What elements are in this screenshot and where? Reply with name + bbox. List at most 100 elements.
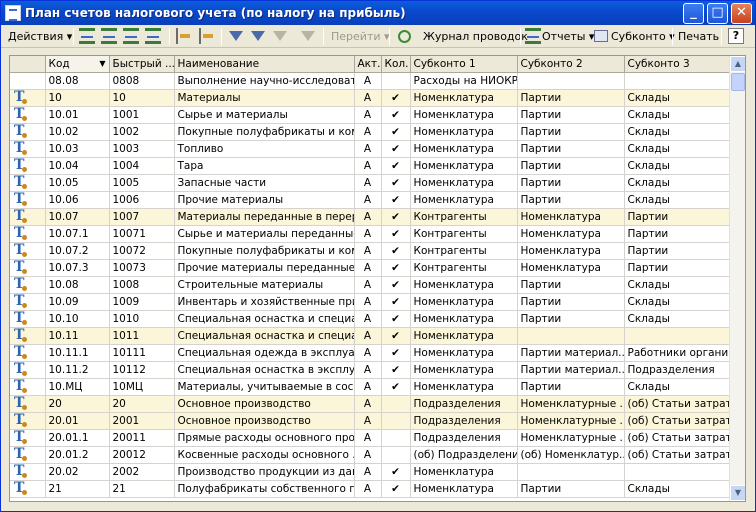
col-code-cell[interactable]: 10.11.2 (45, 361, 110, 379)
add-item-icon[interactable] (79, 28, 95, 44)
col-code-cell[interactable]: 10.07.3 (45, 259, 110, 277)
filter-list-icon[interactable] (273, 31, 287, 41)
table-row[interactable]: 10.11.210112Специальная оснастка в экспл… (10, 361, 739, 379)
col-subconto-2-cell[interactable]: Партии (517, 480, 625, 498)
col-subconto-3-cell[interactable]: Партии (624, 242, 739, 260)
col-code-cell[interactable]: 10.06 (45, 191, 110, 209)
table-row[interactable]: 20.012001Основное производствоА Подраздел… (10, 412, 739, 430)
col-qty-cell[interactable]: ✔ (381, 327, 411, 345)
col-qty-cell[interactable]: ✔ (381, 242, 411, 260)
table-row[interactable]: 10.07.310073Прочие материалы переданные … (10, 259, 739, 277)
col-subconto-1-cell[interactable]: Номенклатура (410, 344, 518, 362)
col-subconto-3-cell[interactable]: (об) Статьи затрат (624, 446, 739, 464)
col-qty-cell[interactable]: ✔ (381, 157, 411, 175)
col-subconto-2-cell[interactable]: Партии (517, 174, 625, 192)
col-subconto-3-cell[interactable]: Партии (624, 208, 739, 226)
col-subconto-1-cell[interactable]: Номенклатура (410, 157, 518, 175)
table-row[interactable]: 1010МатериалыА✔НоменклатураПартииСклады (10, 89, 739, 107)
goto-menu[interactable]: Перейти ▾ (331, 28, 390, 45)
col-subconto-2-header[interactable]: Субконто 2 (517, 56, 625, 73)
col-act-cell[interactable]: А (354, 395, 382, 413)
hierarchy-icon[interactable] (176, 28, 192, 44)
col-name-cell[interactable]: Выполнение научно-исследоват... (174, 72, 355, 90)
scroll-thumb[interactable] (731, 73, 745, 91)
col-code-cell[interactable]: 10.09 (45, 293, 110, 311)
col-qty-cell[interactable] (381, 395, 411, 413)
col-subconto-3-cell[interactable]: Склады (624, 157, 739, 175)
col-subconto-2-cell[interactable]: Номенклатурные ... (517, 412, 625, 430)
col-fast-cell[interactable]: 1006 (109, 191, 175, 209)
col-qty-cell[interactable]: ✔ (381, 480, 411, 498)
col-subconto-1-cell[interactable]: Контрагенты (410, 225, 518, 243)
delete-item-icon[interactable] (145, 28, 161, 44)
col-act-cell[interactable]: А (354, 191, 382, 209)
col-subconto-1-cell[interactable]: Подразделения (410, 412, 518, 430)
col-subconto-2-cell[interactable]: Партии (517, 140, 625, 158)
col-subconto-2-cell[interactable] (517, 72, 625, 90)
col-name-cell[interactable]: Прочие материалы (174, 191, 355, 209)
col-name-cell[interactable]: Запасные части (174, 174, 355, 192)
col-name-cell[interactable]: Материалы, учитываемые в сос... (174, 378, 355, 396)
col-fast-cell[interactable]: 10072 (109, 242, 175, 260)
col-act-cell[interactable]: А (354, 327, 382, 345)
col-subconto-3-cell[interactable]: Партии (624, 259, 739, 277)
col-code-cell[interactable]: 21 (45, 480, 110, 498)
col-subconto-2-cell[interactable]: Номенклатура (517, 225, 625, 243)
col-fast-cell[interactable]: 1010 (109, 310, 175, 328)
col-fast-header[interactable]: Быстрый ... (109, 56, 175, 73)
col-qty-cell[interactable]: ✔ (381, 344, 411, 362)
col-subconto-1-cell[interactable]: Контрагенты (410, 259, 518, 277)
col-subconto-3-cell[interactable]: Работники органи... (624, 344, 739, 362)
col-qty-cell[interactable]: ✔ (381, 89, 411, 107)
col-code-cell[interactable]: 10.11.1 (45, 344, 110, 362)
col-act-cell[interactable]: А (354, 276, 382, 294)
col-fast-cell[interactable]: 10112 (109, 361, 175, 379)
col-act-cell[interactable]: А (354, 378, 382, 396)
table-row[interactable]: 10.101010Специальная оснастка и специа..… (10, 310, 739, 328)
col-subconto-3-cell[interactable]: Склады (624, 123, 739, 141)
col-subconto-3-cell[interactable]: Склады (624, 293, 739, 311)
col-fast-cell[interactable]: 2002 (109, 463, 175, 481)
col-subconto-1-cell[interactable]: Контрагенты (410, 208, 518, 226)
col-qty-cell[interactable]: ✔ (381, 106, 411, 124)
table-row[interactable]: 20.01.220012Косвенные расходы основного … (10, 446, 739, 464)
col-act-cell[interactable]: А (354, 174, 382, 192)
col-subconto-1-cell[interactable]: Номенклатура (410, 174, 518, 192)
col-name-cell[interactable]: Специальная оснастка и специа... (174, 310, 355, 328)
col-subconto-1-cell[interactable]: Номенклатура (410, 480, 518, 498)
col-qty-cell[interactable]: ✔ (381, 463, 411, 481)
help-button[interactable]: ? (728, 28, 744, 44)
col-fast-cell[interactable]: 1011 (109, 327, 175, 345)
table-row[interactable]: 10.081008Строительные материалыА✔Номенкл… (10, 276, 739, 294)
col-name-cell[interactable]: Специальная оснастка в эксплу... (174, 361, 355, 379)
col-subconto-3-cell[interactable]: Склады (624, 378, 739, 396)
col-code-cell[interactable]: 10.08 (45, 276, 110, 294)
title-bar[interactable]: План счетов налогового учета (по налогу … (1, 1, 755, 25)
col-act-cell[interactable]: А (354, 344, 382, 362)
col-fast-cell[interactable]: 20 (109, 395, 175, 413)
col-subconto-1-cell[interactable]: Номенклатура (410, 361, 518, 379)
col-qty-cell[interactable] (381, 72, 411, 90)
col-name-header[interactable]: Наименование (174, 56, 355, 73)
scroll-up-button[interactable]: ▲ (730, 56, 745, 72)
col-subconto-2-cell[interactable]: Партии (517, 191, 625, 209)
col-act-cell[interactable]: А (354, 446, 382, 464)
table-row[interactable]: 20.022002Производство продукции из дав..… (10, 463, 739, 481)
col-name-cell[interactable]: Специальная оснастка и специа... (174, 327, 355, 345)
table-row[interactable]: 10.091009Инвентарь и хозяйственные при..… (10, 293, 739, 311)
vertical-scrollbar[interactable]: ▲ ▼ (729, 56, 745, 501)
table-row[interactable]: 10.111011Специальная оснастка и специа..… (10, 327, 739, 345)
maximize-button[interactable]: □ (707, 3, 728, 24)
col-name-cell[interactable]: Покупные полуфабрикаты и ком... (174, 123, 355, 141)
table-row[interactable]: 10.061006Прочие материалыА✔НоменклатураП… (10, 191, 739, 209)
col-qty-cell[interactable] (381, 412, 411, 430)
col-fast-cell[interactable]: 20012 (109, 446, 175, 464)
col-subconto-3-cell[interactable]: (об) Статьи затрат (624, 429, 739, 447)
col-act-cell[interactable]: А (354, 242, 382, 260)
col-qty-cell[interactable] (381, 446, 411, 464)
col-subconto-1-cell[interactable]: Подразделения (410, 429, 518, 447)
col-name-cell[interactable]: Основное производство (174, 412, 355, 430)
col-fast-cell[interactable]: 10 (109, 89, 175, 107)
col-act-cell[interactable]: А (354, 259, 382, 277)
col-fast-cell[interactable]: 1004 (109, 157, 175, 175)
